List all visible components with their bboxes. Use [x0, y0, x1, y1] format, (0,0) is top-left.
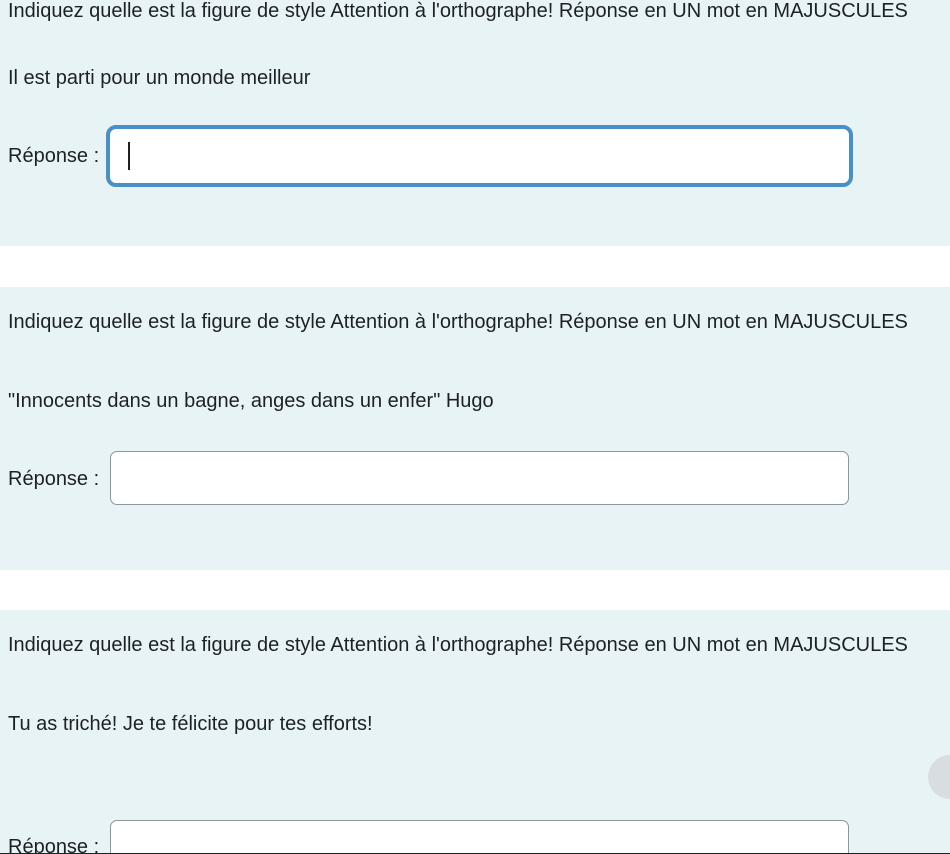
- question-1: Indiquez quelle est la figure de style A…: [0, 0, 950, 246]
- question-3-instruction: Indiquez quelle est la figure de style A…: [8, 634, 908, 656]
- question-1-answer-label: Réponse :: [8, 145, 100, 167]
- question-2: Indiquez quelle est la figure de style A…: [0, 287, 950, 570]
- question-3: Indiquez quelle est la figure de style A…: [0, 610, 950, 854]
- question-1-answer-input[interactable]: [106, 125, 853, 187]
- quiz-page: Indiquez quelle est la figure de style A…: [0, 0, 950, 854]
- question-3-answer-label: Réponse :: [8, 836, 100, 854]
- text-caret: [128, 142, 130, 170]
- question-2-answer-label: Réponse :: [8, 468, 100, 490]
- question-2-answer-input[interactable]: [110, 451, 849, 505]
- question-3-answer-input[interactable]: [110, 820, 849, 854]
- question-2-prompt: "Innocents dans un bagne, anges dans un …: [8, 390, 494, 412]
- question-1-instruction: Indiquez quelle est la figure de style A…: [8, 0, 908, 22]
- question-1-prompt: Il est parti pour un monde meilleur: [8, 67, 311, 89]
- question-3-prompt: Tu as triché! Je te félicite pour tes ef…: [8, 713, 373, 735]
- question-2-instruction: Indiquez quelle est la figure de style A…: [8, 311, 908, 333]
